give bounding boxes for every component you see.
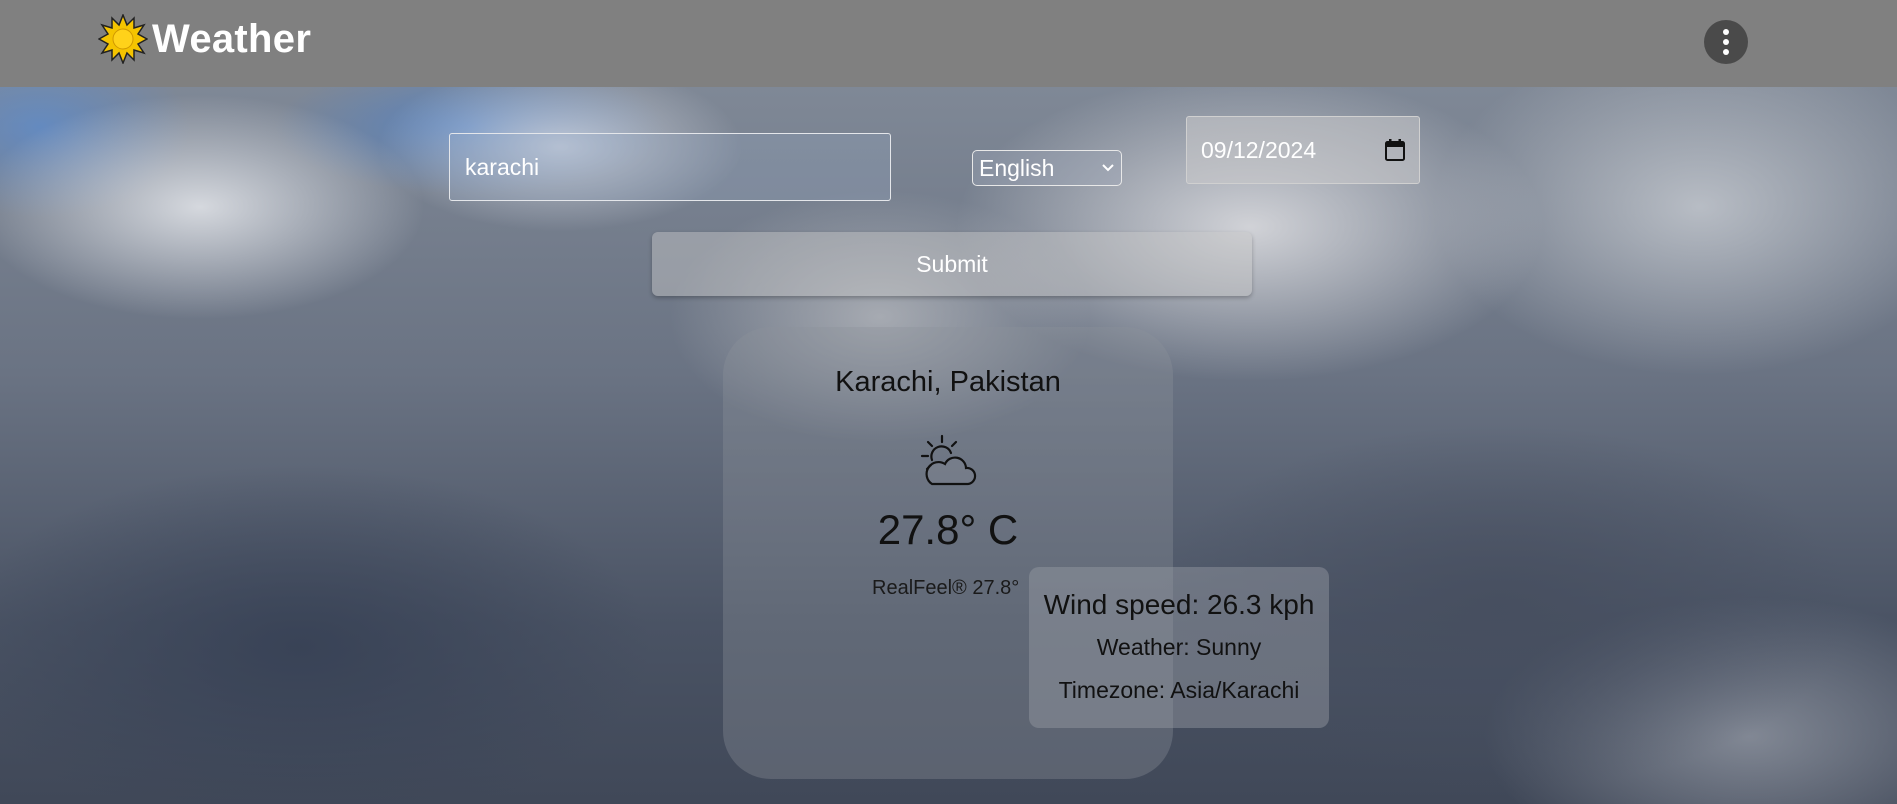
kebab-menu-icon-dot: [1723, 49, 1729, 55]
temperature: 27.8° C: [877, 506, 1019, 553]
language-select-value: English: [979, 154, 1055, 181]
top-bar: Weather: [0, 0, 1897, 87]
sun-icon: [98, 14, 148, 64]
brand[interactable]: Weather: [98, 14, 311, 64]
date-value: 09/12/2024: [1201, 136, 1317, 163]
city-search-input[interactable]: [449, 133, 891, 201]
wind-speed: Wind speed: 26.3 kph: [1043, 589, 1315, 620]
kebab-menu-icon-dot: [1723, 39, 1729, 45]
realfeel-temperature: RealFeel® 27.8°: [872, 577, 1020, 599]
calendar-icon[interactable]: [1385, 139, 1405, 161]
submit-button[interactable]: Submit: [652, 232, 1252, 296]
kebab-menu-button[interactable]: [1704, 20, 1748, 64]
language-select[interactable]: English: [972, 150, 1122, 186]
partly-cloudy-icon: [920, 434, 977, 486]
kebab-menu-icon: [1723, 29, 1729, 35]
app-title: Weather: [152, 16, 312, 61]
timezone: Timezone: Asia/Karachi: [1058, 677, 1300, 703]
date-input[interactable]: 09/12/2024: [1186, 116, 1420, 184]
weather-condition: Weather: Sunny: [1096, 634, 1262, 660]
chevron-down-icon: [1102, 164, 1114, 172]
location-title: Karachi, Pakistan: [835, 366, 1061, 398]
